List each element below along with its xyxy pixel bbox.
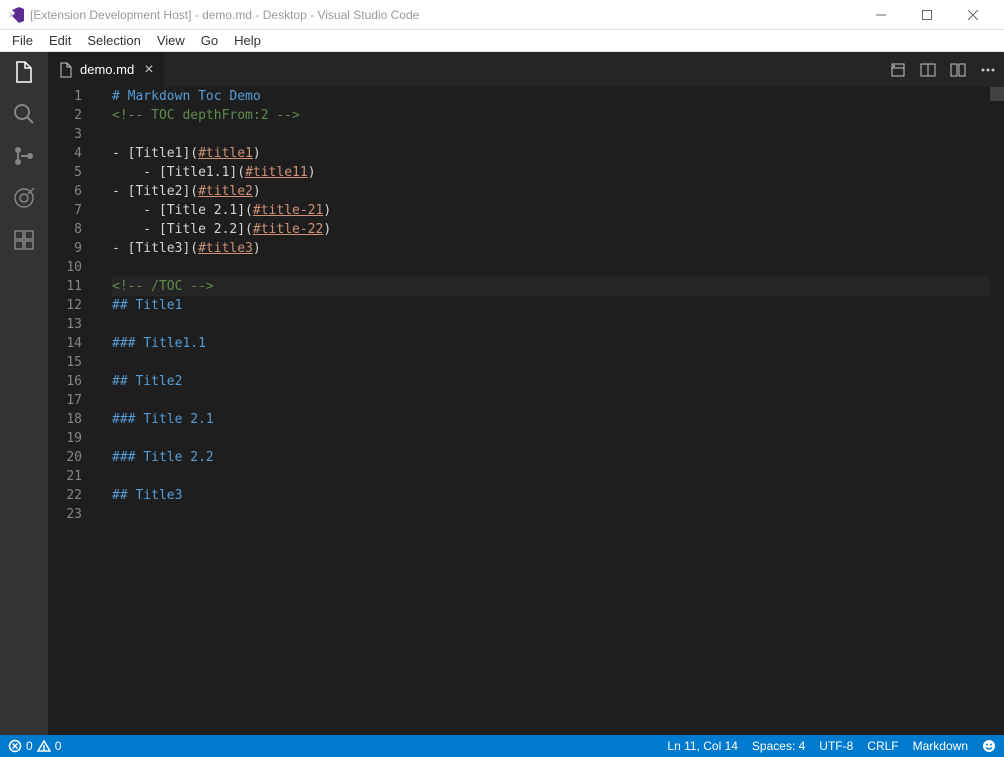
maximize-button[interactable]	[904, 0, 950, 30]
status-feedback-icon[interactable]	[982, 739, 996, 753]
close-button[interactable]	[950, 0, 996, 30]
status-language[interactable]: Markdown	[913, 739, 968, 753]
scrollbar-vertical[interactable]	[990, 87, 1004, 101]
line-number: 12	[48, 296, 82, 315]
split-editor-icon[interactable]	[950, 62, 966, 78]
code-line[interactable]: - [Title 2.1](#title-21)	[112, 201, 990, 220]
line-number: 4	[48, 144, 82, 163]
editor-actions	[890, 52, 1004, 87]
warning-count: 0	[55, 739, 62, 753]
minimap[interactable]	[990, 87, 1004, 735]
code-line[interactable]	[112, 391, 990, 410]
line-number: 23	[48, 505, 82, 524]
line-number: 2	[48, 106, 82, 125]
code-line[interactable]: <!-- TOC depthFrom:2 -->	[112, 106, 990, 125]
tab-filename: demo.md	[80, 62, 134, 77]
line-number: 15	[48, 353, 82, 372]
status-lncol[interactable]: Ln 11, Col 14	[667, 739, 738, 753]
activitybar	[0, 52, 48, 735]
close-tab-icon[interactable]: ×	[144, 61, 153, 79]
line-number: 19	[48, 429, 82, 448]
code-line[interactable]	[112, 353, 990, 372]
code-line[interactable]: # Markdown Toc Demo	[112, 87, 990, 106]
code-line[interactable]: <!-- /TOC -->	[112, 277, 990, 296]
preview-icon[interactable]	[890, 62, 906, 78]
code-line[interactable]	[112, 125, 990, 144]
code-line[interactable]	[112, 467, 990, 486]
window-title: [Extension Development Host] - demo.md -…	[30, 8, 858, 22]
line-number: 10	[48, 258, 82, 277]
menu-view[interactable]: View	[149, 31, 193, 50]
line-number: 9	[48, 239, 82, 258]
code-line[interactable]: - [Title3](#title3)	[112, 239, 990, 258]
line-number: 3	[48, 125, 82, 144]
line-number: 13	[48, 315, 82, 334]
code-line[interactable]	[112, 505, 990, 524]
menu-help[interactable]: Help	[226, 31, 269, 50]
menu-go[interactable]: Go	[193, 31, 226, 50]
file-icon	[58, 62, 74, 78]
code-line[interactable]: ### Title 2.1	[112, 410, 990, 429]
source-control-icon[interactable]	[10, 142, 38, 170]
status-left: 0 0	[8, 739, 61, 753]
line-number: 6	[48, 182, 82, 201]
code-line[interactable]	[112, 315, 990, 334]
line-number: 20	[48, 448, 82, 467]
code-line[interactable]: ## Title3	[112, 486, 990, 505]
menu-selection[interactable]: Selection	[79, 31, 148, 50]
editor[interactable]: 1234567891011121314151617181920212223 # …	[48, 87, 1004, 735]
status-spaces[interactable]: Spaces: 4	[752, 739, 805, 753]
menu-file[interactable]: File	[4, 31, 41, 50]
gutter: 1234567891011121314151617181920212223	[48, 87, 100, 735]
code-line[interactable]: ## Title1	[112, 296, 990, 315]
code-line[interactable]: - [Title2](#title2)	[112, 182, 990, 201]
line-number: 22	[48, 486, 82, 505]
debug-icon[interactable]	[10, 184, 38, 212]
status-errors[interactable]: 0	[8, 739, 33, 753]
status-encoding[interactable]: UTF-8	[819, 739, 853, 753]
more-actions-icon[interactable]	[980, 62, 996, 78]
line-number: 16	[48, 372, 82, 391]
explorer-icon[interactable]	[10, 58, 38, 86]
status-right: Ln 11, Col 14 Spaces: 4 UTF-8 CRLF Markd…	[667, 739, 996, 753]
line-number: 7	[48, 201, 82, 220]
tab-demo-md[interactable]: demo.md ×	[48, 52, 165, 87]
line-number: 21	[48, 467, 82, 486]
titlebar: [Extension Development Host] - demo.md -…	[0, 0, 1004, 30]
code-content[interactable]: # Markdown Toc Demo<!-- TOC depthFrom:2 …	[100, 87, 990, 735]
split-preview-icon[interactable]	[920, 62, 936, 78]
tabs-row: demo.md ×	[48, 52, 1004, 87]
line-number: 1	[48, 87, 82, 106]
status-eol[interactable]: CRLF	[867, 739, 898, 753]
code-line[interactable]: ### Title1.1	[112, 334, 990, 353]
window-controls	[858, 0, 996, 30]
code-line[interactable]: ### Title 2.2	[112, 448, 990, 467]
status-warnings[interactable]: 0	[37, 739, 62, 753]
error-count: 0	[26, 739, 33, 753]
menubar: File Edit Selection View Go Help	[0, 30, 1004, 52]
menu-edit[interactable]: Edit	[41, 31, 79, 50]
line-number: 5	[48, 163, 82, 182]
line-number: 18	[48, 410, 82, 429]
statusbar: 0 0 Ln 11, Col 14 Spaces: 4 UTF-8 CRLF M…	[0, 735, 1004, 757]
code-line[interactable]: ## Title2	[112, 372, 990, 391]
line-number: 11	[48, 277, 82, 296]
code-line[interactable]: - [Title1](#title1)	[112, 144, 990, 163]
search-icon[interactable]	[10, 100, 38, 128]
code-line[interactable]	[112, 429, 990, 448]
minimize-button[interactable]	[858, 0, 904, 30]
extensions-icon[interactable]	[10, 226, 38, 254]
line-number: 17	[48, 391, 82, 410]
vscode-logo-icon	[8, 7, 24, 23]
line-number: 14	[48, 334, 82, 353]
line-number: 8	[48, 220, 82, 239]
editor-area: demo.md × 123456789101112131415161718192…	[48, 52, 1004, 735]
code-line[interactable]	[112, 258, 990, 277]
code-line[interactable]: - [Title 2.2](#title-22)	[112, 220, 990, 239]
code-line[interactable]: - [Title1.1](#title11)	[112, 163, 990, 182]
